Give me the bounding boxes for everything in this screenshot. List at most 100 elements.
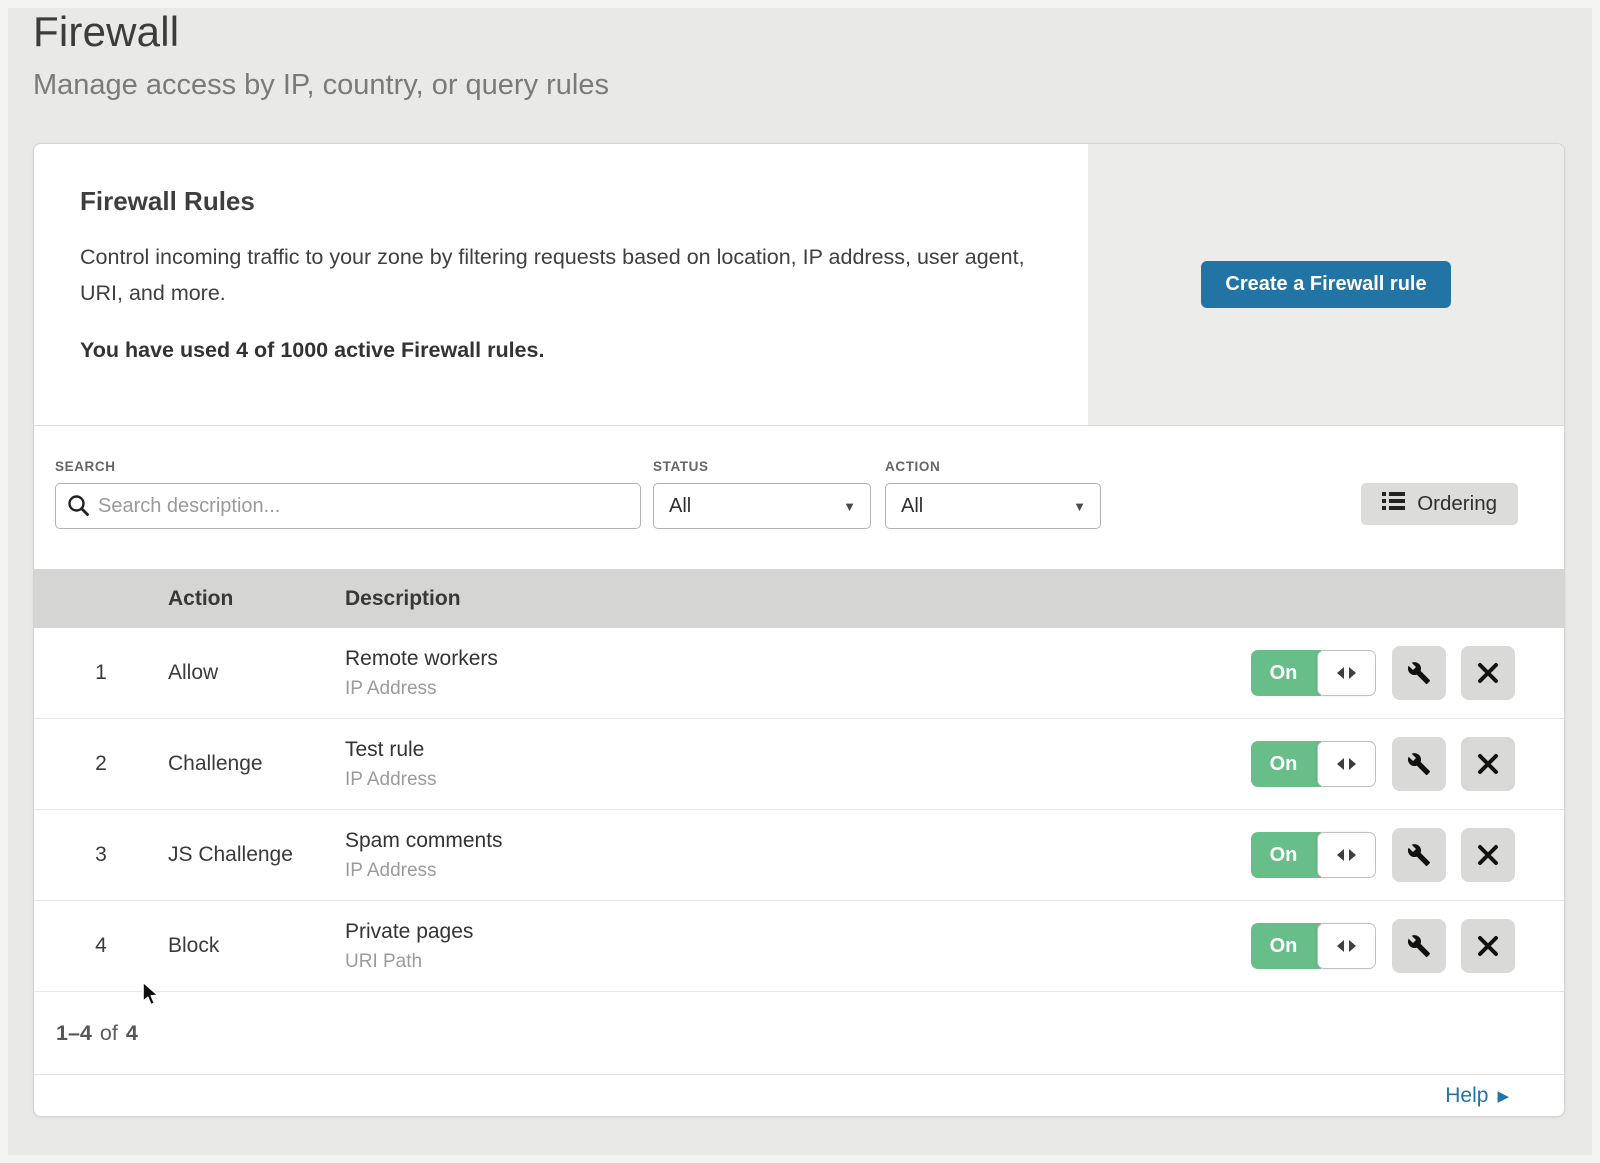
edit-rule-button[interactable] xyxy=(1392,919,1446,973)
left-right-arrows-icon xyxy=(1337,758,1356,770)
rule-enabled-toggle[interactable]: On xyxy=(1251,650,1376,696)
wrench-icon xyxy=(1407,661,1431,685)
ordering-button[interactable]: Ordering xyxy=(1361,483,1518,525)
rule-action: Challenge xyxy=(168,752,345,776)
section-title: Firewall Rules xyxy=(80,186,1048,217)
pagination-range: 1–4 xyxy=(56,1021,92,1046)
toggle-knob[interactable] xyxy=(1317,650,1376,696)
rule-match-field: URI Path xyxy=(345,951,473,973)
rule-action: Block xyxy=(168,934,345,958)
search-input[interactable] xyxy=(55,483,641,529)
rule-enabled-toggle[interactable]: On xyxy=(1251,832,1376,878)
pagination-total: 4 xyxy=(126,1021,138,1046)
rule-description-cell: Private pages URI Path xyxy=(345,920,473,973)
table-header: Action Description xyxy=(34,569,1564,628)
toggle-knob[interactable] xyxy=(1317,741,1376,787)
bulleted-list-icon xyxy=(1382,491,1405,517)
card-footer: Help ▶ xyxy=(34,1074,1564,1116)
rule-controls: On xyxy=(1251,919,1564,973)
section-description: Control incoming traffic to your zone by… xyxy=(80,239,1028,311)
rule-description: Spam comments xyxy=(345,829,503,853)
rule-description-cell: Test rule IP Address xyxy=(345,738,437,791)
wrench-icon xyxy=(1407,752,1431,776)
rule-enabled-toggle[interactable]: On xyxy=(1251,741,1376,787)
rule-enabled-toggle[interactable]: On xyxy=(1251,923,1376,969)
rule-action: Allow xyxy=(168,661,345,685)
action-filter-group: ACTION All ▼ xyxy=(885,459,1101,529)
close-icon xyxy=(1477,935,1499,957)
ordering-label: Ordering xyxy=(1417,492,1497,516)
page-header: Firewall Manage access by IP, country, o… xyxy=(0,0,1600,143)
rule-description: Remote workers xyxy=(345,647,498,671)
rule-priority: 3 xyxy=(34,843,168,867)
rule-controls: On xyxy=(1251,737,1564,791)
delete-rule-button[interactable] xyxy=(1461,737,1515,791)
edit-rule-button[interactable] xyxy=(1392,646,1446,700)
rule-description: Private pages xyxy=(345,920,473,944)
table-row: 3 JS Challenge Spam comments IP Address … xyxy=(34,810,1564,901)
action-label: ACTION xyxy=(885,459,1101,474)
search-box xyxy=(55,483,641,529)
rule-priority: 4 xyxy=(34,934,168,958)
firewall-rules-hero: Firewall Rules Control incoming traffic … xyxy=(34,144,1564,426)
wrench-icon xyxy=(1407,843,1431,867)
wrench-icon xyxy=(1407,934,1431,958)
search-label: SEARCH xyxy=(55,459,641,474)
help-label: Help xyxy=(1445,1084,1488,1108)
status-filter-group: STATUS All ▼ xyxy=(653,459,871,529)
pagination-of: of xyxy=(100,1021,118,1046)
table-row: 2 Challenge Test rule IP Address On xyxy=(34,719,1564,810)
pagination: 1–4 of 4 xyxy=(34,992,1564,1074)
toggle-on-label: On xyxy=(1251,741,1321,787)
rule-match-field: IP Address xyxy=(345,678,498,700)
toggle-on-label: On xyxy=(1251,923,1321,969)
action-selected-value: All xyxy=(901,495,923,518)
left-right-arrows-icon xyxy=(1337,667,1356,679)
rule-controls: On xyxy=(1251,646,1564,700)
search-icon xyxy=(67,494,90,522)
search-filter-group: SEARCH xyxy=(55,459,641,529)
action-select[interactable]: All ▼ xyxy=(885,483,1101,529)
arrow-right-icon: ▶ xyxy=(1497,1087,1509,1104)
toggle-knob[interactable] xyxy=(1317,832,1376,878)
column-header-action: Action xyxy=(168,587,345,611)
create-rule-panel: Create a Firewall rule xyxy=(1088,144,1564,425)
close-icon xyxy=(1477,753,1499,775)
delete-rule-button[interactable] xyxy=(1461,646,1515,700)
chevron-down-icon: ▼ xyxy=(843,499,856,514)
filter-bar: SEARCH STATUS All ▼ ACTION All ▼ xyxy=(34,426,1564,569)
table-row: 4 Block Private pages URI Path On xyxy=(34,901,1564,992)
left-right-arrows-icon xyxy=(1337,940,1356,952)
rule-priority: 2 xyxy=(34,752,168,776)
toggle-knob[interactable] xyxy=(1317,923,1376,969)
close-icon xyxy=(1477,844,1499,866)
delete-rule-button[interactable] xyxy=(1461,919,1515,973)
column-header-description: Description xyxy=(345,587,461,611)
help-link[interactable]: Help ▶ xyxy=(1445,1084,1509,1108)
firewall-rules-card: Firewall Rules Control incoming traffic … xyxy=(33,143,1565,1117)
status-selected-value: All xyxy=(669,495,691,518)
close-icon xyxy=(1477,662,1499,684)
rule-controls: On xyxy=(1251,828,1564,882)
status-label: STATUS xyxy=(653,459,871,474)
usage-summary: You have used 4 of 1000 active Firewall … xyxy=(80,338,1048,363)
rule-priority: 1 xyxy=(34,661,168,685)
rule-match-field: IP Address xyxy=(345,860,503,882)
rule-match-field: IP Address xyxy=(345,769,437,791)
edit-rule-button[interactable] xyxy=(1392,737,1446,791)
rule-action: JS Challenge xyxy=(168,843,345,867)
rule-description-cell: Spam comments IP Address xyxy=(345,829,503,882)
page-subtitle: Manage access by IP, country, or query r… xyxy=(33,69,1600,102)
status-select[interactable]: All ▼ xyxy=(653,483,871,529)
toggle-on-label: On xyxy=(1251,650,1321,696)
delete-rule-button[interactable] xyxy=(1461,828,1515,882)
hero-text-block: Firewall Rules Control incoming traffic … xyxy=(34,144,1088,425)
rule-description: Test rule xyxy=(345,738,437,762)
create-firewall-rule-button[interactable]: Create a Firewall rule xyxy=(1201,261,1450,308)
rule-description-cell: Remote workers IP Address xyxy=(345,647,498,700)
chevron-down-icon: ▼ xyxy=(1073,499,1086,514)
toggle-on-label: On xyxy=(1251,832,1321,878)
left-right-arrows-icon xyxy=(1337,849,1356,861)
table-row: 1 Allow Remote workers IP Address On xyxy=(34,628,1564,719)
edit-rule-button[interactable] xyxy=(1392,828,1446,882)
